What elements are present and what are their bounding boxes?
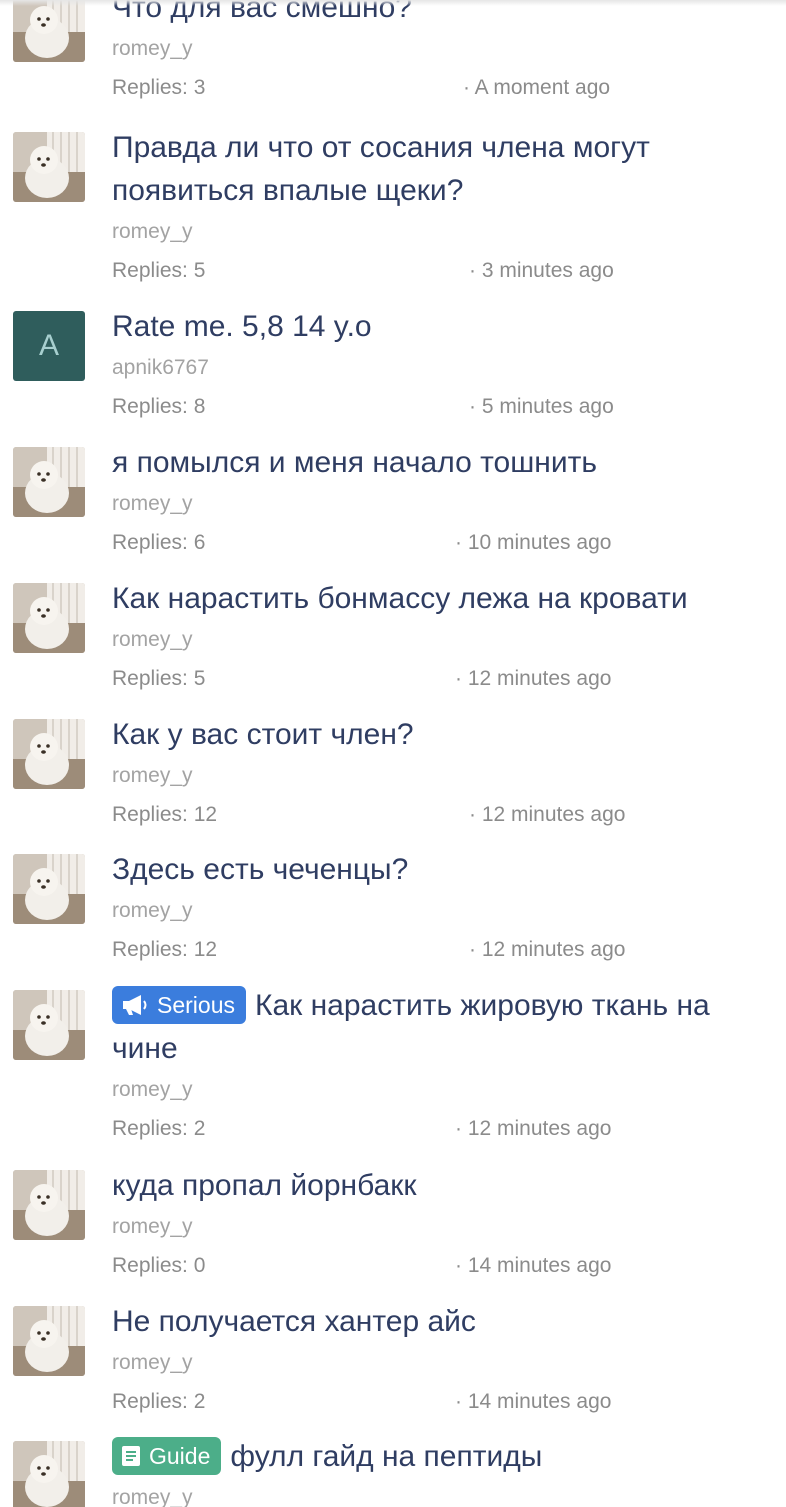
thread-title[interactable]: Guide фулл гайд на пептиды (112, 1435, 772, 1478)
thread-title[interactable]: Здесь есть чеченцы? (112, 848, 772, 891)
replies-count: Replies: 0 (112, 1254, 206, 1277)
thread-title[interactable]: Как нарастить бонмассу лежа на кровати (112, 577, 772, 620)
avatar[interactable] (13, 583, 85, 653)
thread-content: куда пропал йорнбакк romey_y Replies: 0 … (112, 1169, 772, 1278)
timestamp: · 12 minutes ago (455, 1117, 612, 1140)
top-shadow (0, 0, 786, 6)
avatar[interactable] (13, 1441, 85, 1507)
thread-meta: Replies: 5 · 3 minutes ago (112, 259, 772, 283)
thread-meta: Replies: 6 · 10 minutes ago (112, 531, 772, 555)
replies-count: Replies: 2 (112, 1390, 206, 1413)
avatar[interactable] (13, 0, 85, 62)
avatar[interactable] (13, 447, 85, 517)
thread-content: Serious Как нарастить жировую ткань на чи… (112, 986, 772, 1141)
thread-meta: Replies: 12 · 12 minutes ago (112, 803, 772, 827)
replies-count: Replies: 6 (112, 531, 206, 554)
thread-author[interactable]: romey_y (112, 1078, 772, 1102)
thread-author[interactable]: romey_y (112, 764, 772, 788)
avatar[interactable] (13, 132, 85, 202)
thread-author[interactable]: romey_y (112, 1486, 772, 1507)
thread-title-text[interactable]: фулл гайд на пептиды (230, 1440, 542, 1473)
thread-title[interactable]: Serious Как нарастить жировую ткань на чи… (112, 984, 772, 1070)
timestamp: · 14 minutes ago (455, 1254, 612, 1277)
guide-tag[interactable]: Guide (112, 1437, 222, 1478)
thread-content: Как нарастить бонмассу лежа на кровати r… (112, 582, 772, 691)
replies-count: Replies: 5 (112, 259, 206, 282)
replies-count: Replies: 8 (112, 395, 206, 418)
avatar[interactable]: A (13, 311, 85, 381)
thread-meta: Replies: 0 · 14 minutes ago (112, 1254, 772, 1278)
tag-label: Serious (157, 992, 235, 1018)
thread-content: я помылся и меня начало тошнить romey_y … (112, 446, 772, 555)
thread-content: Здесь есть чеченцы? romey_y Replies: 12 … (112, 853, 772, 962)
thread-author[interactable]: romey_y (112, 899, 772, 923)
thread-author[interactable]: romey_y (112, 492, 772, 516)
timestamp: · 12 minutes ago (455, 667, 612, 690)
avatar[interactable] (13, 719, 85, 789)
thread-content: Guide фулл гайд на пептиды romey_y (112, 1437, 772, 1507)
replies-count: Replies: 12 (112, 803, 218, 826)
avatar[interactable] (13, 854, 85, 924)
thread-meta: Replies: 5 · 12 minutes ago (112, 667, 772, 691)
thread-content: Правда ли что от сосания члена могут поя… (112, 131, 772, 283)
replies-count: Replies: 5 (112, 667, 206, 690)
thread-author[interactable]: romey_y (112, 37, 772, 61)
timestamp: · 3 minutes ago (469, 259, 614, 282)
thread-meta: Replies: 2 · 12 minutes ago (112, 1117, 772, 1141)
thread-title[interactable]: Rate me. 5,8 14 y.o (112, 305, 772, 348)
replies-count: Replies: 12 (112, 938, 218, 961)
thread-author[interactable]: apnik6767 (112, 356, 772, 380)
thread-author[interactable]: romey_y (112, 628, 772, 652)
thread-meta: Replies: 12 · 12 minutes ago (112, 938, 772, 962)
thread-content: Не получается хантер айс romey_y Replies… (112, 1305, 772, 1414)
avatar[interactable] (13, 990, 85, 1060)
thread-author[interactable]: romey_y (112, 1351, 772, 1375)
thread-author[interactable]: romey_y (112, 1215, 772, 1239)
avatar[interactable] (13, 1306, 85, 1376)
timestamp: · A moment ago (463, 76, 611, 99)
thread-title[interactable]: Правда ли что от сосания члена могут поя… (112, 126, 712, 212)
thread-content: Rate me. 5,8 14 y.o apnik6767 Replies: 8… (112, 310, 772, 419)
thread-list: Что для вас смешно? romey_y Replies: 3 ·… (0, 0, 786, 1507)
timestamp: · 10 minutes ago (455, 531, 612, 554)
thread-title[interactable]: Не получается хантер айс (112, 1300, 772, 1343)
replies-count: Replies: 3 (112, 76, 206, 99)
replies-count: Replies: 2 (112, 1117, 206, 1140)
thread-author[interactable]: romey_y (112, 220, 772, 244)
book-icon (121, 1440, 141, 1478)
thread-title[interactable]: куда пропал йорнбакк (112, 1164, 772, 1207)
thread-content: Как у вас стоит член? romey_y Replies: 1… (112, 718, 772, 827)
tag-label: Guide (149, 1443, 211, 1469)
thread-meta: Replies: 3 · A moment ago (112, 76, 772, 100)
avatar[interactable] (13, 1170, 85, 1240)
thread-title[interactable]: Как у вас стоит член? (112, 713, 772, 756)
timestamp: · 12 minutes ago (469, 803, 626, 826)
thread-content: Что для вас смешно? romey_y Replies: 3 ·… (112, 0, 772, 100)
serious-tag[interactable]: Serious (112, 986, 246, 1024)
timestamp: · 5 minutes ago (469, 395, 614, 418)
thread-meta: Replies: 2 · 14 minutes ago (112, 1390, 772, 1414)
thread-meta: Replies: 8 · 5 minutes ago (112, 395, 772, 419)
timestamp: · 14 minutes ago (455, 1390, 612, 1413)
megaphone-icon (121, 989, 149, 1027)
thread-title[interactable]: я помылся и меня начало тошнить (112, 441, 772, 484)
timestamp: · 12 minutes ago (469, 938, 626, 961)
